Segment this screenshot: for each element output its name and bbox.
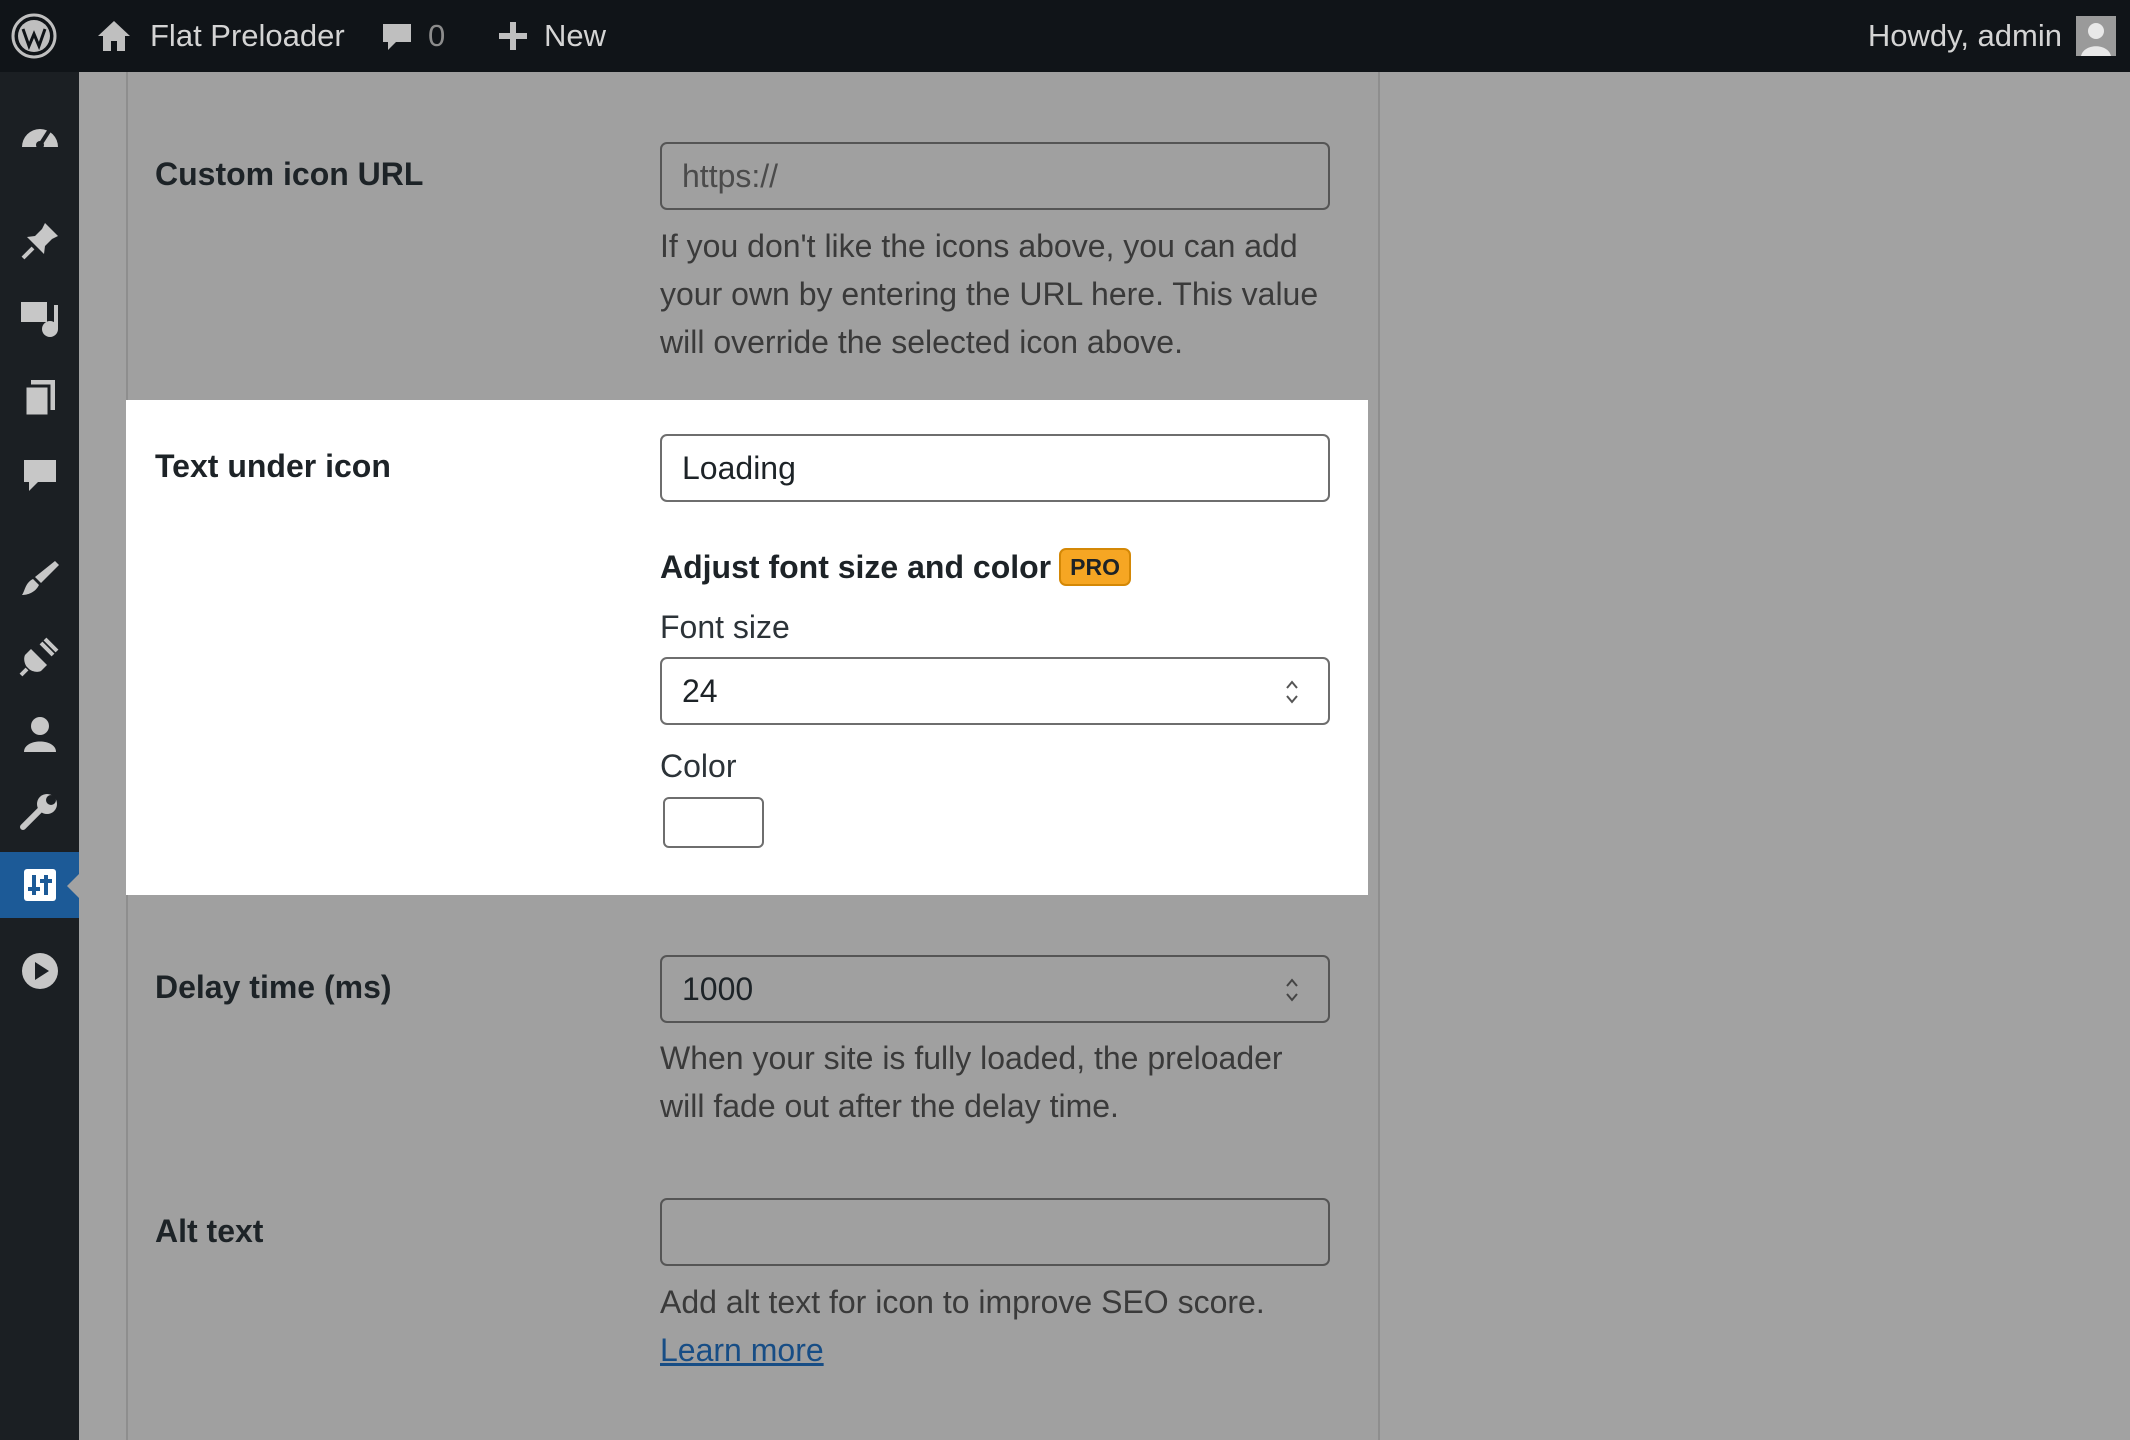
admin-bar: Flat Preloader 0 New Howdy, admin — [0, 0, 2130, 72]
plugins-icon[interactable] — [0, 623, 79, 689]
adjust-font-heading: Adjust font size and color PRO — [660, 548, 1131, 586]
appearance-icon[interactable] — [0, 545, 79, 611]
color-picker-button[interactable] — [663, 797, 764, 848]
adjust-font-heading-text: Adjust font size and color — [660, 548, 1052, 585]
delay-time-input[interactable]: 1000 — [660, 955, 1330, 1023]
text-under-icon-value: Loading — [682, 449, 796, 486]
howdy-text: Howdy, admin — [1867, 18, 2062, 53]
plus-icon — [496, 19, 530, 53]
comments-icon[interactable] — [0, 442, 79, 508]
delay-time-label: Delay time (ms) — [155, 969, 392, 1005]
settings-icon[interactable] — [0, 852, 79, 918]
tools-icon[interactable] — [0, 779, 79, 845]
users-icon[interactable] — [0, 701, 79, 767]
admin-sidebar — [0, 72, 79, 1440]
color-label: Color — [660, 748, 737, 784]
pro-badge: PRO — [1059, 548, 1131, 586]
site-name: Flat Preloader — [150, 18, 345, 53]
desc-line: will fade out after the delay time. — [660, 1088, 1119, 1124]
learn-more-link[interactable]: Learn more — [660, 1332, 824, 1368]
wordpress-logo-icon[interactable] — [10, 0, 58, 72]
custom-icon-url-label: Custom icon URL — [155, 156, 424, 192]
delay-time-value: 1000 — [682, 970, 754, 1007]
font-size-label: Font size — [660, 609, 790, 645]
desc-line: If you don't like the icons above, you c… — [660, 228, 1298, 264]
home-icon — [96, 18, 132, 54]
custom-icon-url-placeholder: https:// — [682, 157, 779, 194]
custom-icon-url-input[interactable]: https:// — [660, 142, 1330, 210]
comments-count: 0 — [428, 18, 446, 53]
font-size-value: 24 — [682, 672, 718, 709]
comments-link[interactable]: 0 — [380, 0, 445, 72]
text-under-icon-input[interactable]: Loading — [660, 434, 1330, 502]
number-stepper-icon[interactable] — [1284, 975, 1300, 1005]
new-content-link[interactable]: New — [496, 0, 606, 72]
avatar — [2076, 16, 2116, 56]
pin-icon[interactable] — [0, 208, 79, 274]
media-icon[interactable] — [0, 286, 79, 352]
alt-text-description: Add alt text for icon to improve SEO sco… — [660, 1278, 1350, 1374]
number-stepper-icon[interactable] — [1284, 677, 1300, 707]
play-icon[interactable] — [0, 938, 79, 1004]
dashboard-icon[interactable] — [0, 105, 79, 171]
font-size-input[interactable]: 24 — [660, 657, 1330, 725]
pages-icon[interactable] — [0, 364, 79, 430]
custom-icon-url-description: If you don't like the icons above, you c… — [660, 222, 1350, 366]
delay-time-description: When your site is fully loaded, the prel… — [660, 1034, 1350, 1130]
desc-line: your own by entering the URL here. This … — [660, 276, 1319, 312]
site-home-link[interactable]: Flat Preloader — [96, 0, 345, 72]
account-menu[interactable]: Howdy, admin — [1868, 0, 2116, 72]
desc-line: will override the selected icon above. — [660, 324, 1183, 360]
alt-text-desc-line: Add alt text for icon to improve SEO sco… — [660, 1284, 1265, 1320]
alt-text-input[interactable] — [660, 1198, 1330, 1266]
text-under-icon-label: Text under icon — [155, 448, 391, 484]
new-label: New — [544, 18, 607, 53]
desc-line: When your site is fully loaded, the prel… — [660, 1040, 1283, 1076]
comment-bubble-icon — [380, 19, 414, 53]
alt-text-label: Alt text — [155, 1213, 264, 1249]
